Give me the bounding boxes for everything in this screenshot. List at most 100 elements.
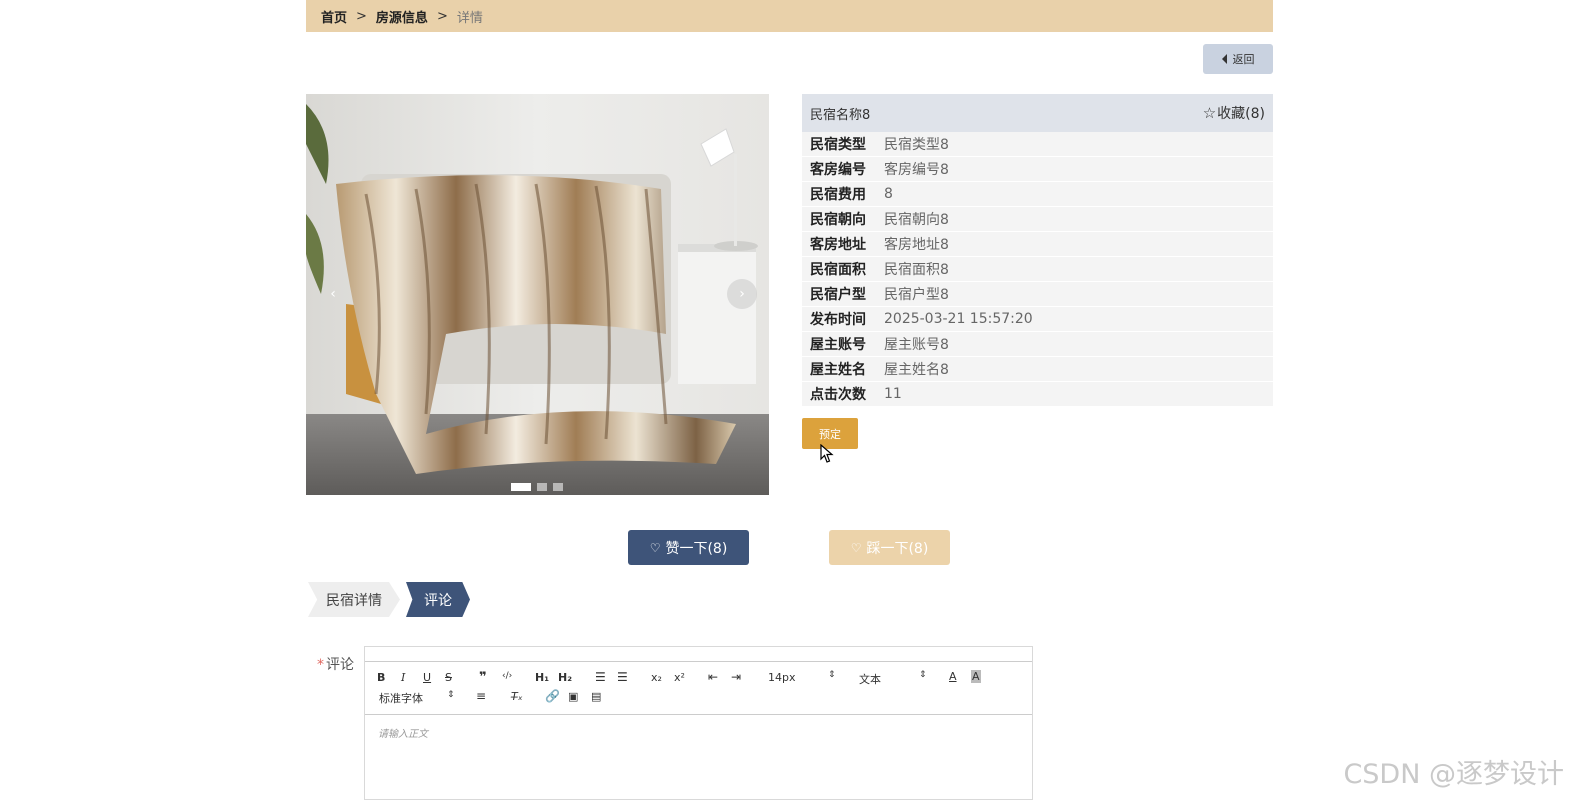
dislike-label: 踩一下(8): [866, 540, 929, 557]
detail-row: 点击次数 11: [802, 382, 1273, 407]
back-button[interactable]: 返回: [1203, 44, 1273, 74]
detail-value: 屋主姓名8: [884, 362, 949, 378]
detail-row: 民宿面积 民宿面积8: [802, 257, 1273, 282]
detail-value: 11: [884, 386, 902, 402]
tab-comment[interactable]: 评论: [406, 582, 470, 617]
watermark: CSDN @逐梦设计: [1343, 759, 1564, 790]
carousel-prev-button[interactable]: ‹: [318, 279, 348, 309]
bullet-list-icon[interactable]: ☰: [617, 670, 628, 684]
underline-icon[interactable]: U: [423, 671, 431, 684]
image-carousel[interactable]: ‹ ›: [306, 94, 769, 495]
detail-value: 民宿户型8: [884, 287, 949, 303]
blockquote-icon[interactable]: ❞: [479, 670, 487, 685]
indent-icon[interactable]: ⇥: [731, 670, 741, 684]
breadcrumb-section[interactable]: 房源信息: [376, 7, 428, 26]
detail-key: 发布时间: [810, 312, 866, 328]
heading-1-icon[interactable]: H₁: [535, 671, 549, 684]
font-size-select[interactable]: 14px: [768, 671, 796, 684]
like-button[interactable]: ♡ 赞一下(8): [628, 530, 749, 565]
detail-key: 屋主账号: [810, 337, 866, 353]
strikethrough-icon[interactable]: S: [445, 671, 452, 684]
favorite-button[interactable]: ☆ 收藏(8): [1203, 103, 1265, 123]
rich-text-editor[interactable]: B I U S ❞ ‹/› H₁ H₂ ☰ ☰ x₂ x² ⇤ ⇥ 14px ⇕…: [364, 646, 1033, 800]
mouse-cursor-icon: [820, 444, 834, 463]
font-color-icon[interactable]: A: [949, 670, 957, 683]
detail-row: 民宿朝向 民宿朝向8: [802, 207, 1273, 232]
background-color-icon[interactable]: A: [971, 670, 981, 683]
breadcrumb-separator: >: [356, 8, 367, 24]
detail-value: 民宿类型8: [884, 137, 949, 153]
detail-value: 客房编号8: [884, 162, 949, 178]
chevron-updown-icon: ⇕: [447, 690, 455, 700]
detail-row: 民宿费用 8: [802, 182, 1273, 207]
listing-name: 民宿名称8: [810, 107, 871, 123]
tab-listing-detail[interactable]: 民宿详情: [308, 582, 400, 617]
detail-value: 民宿面积8: [884, 262, 949, 278]
listing-photo: [306, 94, 769, 495]
detail-value: 客房地址8: [884, 237, 949, 253]
code-icon[interactable]: ‹/›: [502, 671, 512, 681]
italic-icon[interactable]: I: [401, 671, 405, 684]
detail-row: 客房编号 客房编号8: [802, 157, 1273, 182]
dislike-button[interactable]: ♡ 踩一下(8): [829, 530, 950, 565]
detail-row: 屋主姓名 屋主姓名8: [802, 357, 1273, 382]
editor-toolbar: B I U S ❞ ‹/› H₁ H₂ ☰ ☰ x₂ x² ⇤ ⇥ 14px ⇕…: [365, 661, 1032, 715]
detail-row: 民宿类型 民宿类型8: [802, 132, 1273, 157]
detail-key: 民宿面积: [810, 262, 866, 278]
clear-format-icon[interactable]: T̶ₓ: [511, 690, 523, 703]
editor-placeholder: 请输入正文: [378, 729, 428, 740]
detail-row: 民宿户型 民宿户型8: [802, 282, 1273, 307]
superscript-icon[interactable]: x²: [674, 671, 685, 684]
heading-2-icon[interactable]: H₂: [558, 671, 572, 684]
subscript-icon[interactable]: x₂: [651, 671, 662, 684]
detail-key: 民宿朝向: [810, 212, 866, 228]
breadcrumb-separator: >: [436, 8, 448, 24]
detail-key: 民宿类型: [810, 137, 866, 153]
comment-label-text: 评论: [326, 657, 354, 673]
detail-row: 客房地址 客房地址8: [802, 232, 1273, 257]
detail-value: 屋主账号8: [884, 337, 949, 353]
text-style-select[interactable]: 文本: [859, 671, 881, 687]
carousel-indicators: [511, 483, 563, 491]
listing-info-panel: 民宿名称8 ☆ 收藏(8) 民宿类型 民宿类型8 客房编号 客房编号8 民宿费用 8 民宿朝…: [802, 94, 1273, 463]
detail-row: 屋主账号 屋主账号8: [802, 332, 1273, 357]
chevron-updown-icon: ⇕: [919, 670, 927, 680]
align-left-icon[interactable]: ≡: [476, 689, 486, 703]
thumbs-up-icon: ♡: [649, 540, 661, 555]
image-icon[interactable]: ▣: [568, 690, 578, 703]
detail-key: 点击次数: [810, 387, 866, 403]
breadcrumb-current: 详情: [456, 10, 483, 26]
listing-header: 民宿名称8 ☆ 收藏(8): [802, 94, 1273, 132]
caret-left-icon: [1221, 54, 1227, 64]
detail-row: 发布时间 2025-03-21 15:57:20: [802, 307, 1273, 332]
carousel-next-button[interactable]: ›: [727, 279, 757, 309]
outdent-icon[interactable]: ⇤: [708, 670, 718, 684]
required-mark: *: [317, 657, 324, 673]
link-icon[interactable]: 🔗: [545, 689, 560, 703]
favorite-label: 收藏(8): [1217, 106, 1265, 122]
ordered-list-icon[interactable]: ☰: [595, 670, 606, 684]
bold-icon[interactable]: B: [377, 671, 385, 684]
detail-key: 客房地址: [810, 237, 866, 253]
breadcrumb: 首页 > 房源信息 > 详情: [306, 0, 1273, 32]
chevron-updown-icon: ⇕: [828, 670, 836, 680]
font-family-select[interactable]: 标准字体: [379, 690, 423, 706]
carousel-dot[interactable]: [537, 483, 547, 491]
comment-label: * 评论: [317, 654, 354, 674]
carousel-dot[interactable]: [553, 483, 563, 491]
detail-value: 8: [884, 186, 893, 202]
detail-key: 民宿户型: [810, 287, 866, 303]
detail-key: 民宿费用: [810, 187, 866, 203]
like-label: 赞一下(8): [665, 540, 728, 557]
video-icon[interactable]: ▤: [591, 690, 601, 703]
detail-key: 客房编号: [810, 162, 866, 178]
listing-details-table: 民宿类型 民宿类型8 客房编号 客房编号8 民宿费用 8 民宿朝向 民宿朝向8 客房地址 客房地址…: [802, 132, 1273, 407]
detail-value: 民宿朝向8: [884, 212, 949, 228]
breadcrumb-home[interactable]: 首页: [321, 7, 347, 26]
star-outline-icon: ☆: [1202, 104, 1217, 122]
thumbs-down-icon: ♡: [850, 540, 862, 555]
detail-key: 屋主姓名: [810, 362, 866, 378]
detail-value: 2025-03-21 15:57:20: [884, 311, 1033, 327]
carousel-dot[interactable]: [511, 483, 531, 491]
page-container: 首页 > 房源信息 > 详情 返回 ‹ › 民宿名称8 ☆ 收藏(8) 民宿类型…: [306, 0, 1273, 800]
